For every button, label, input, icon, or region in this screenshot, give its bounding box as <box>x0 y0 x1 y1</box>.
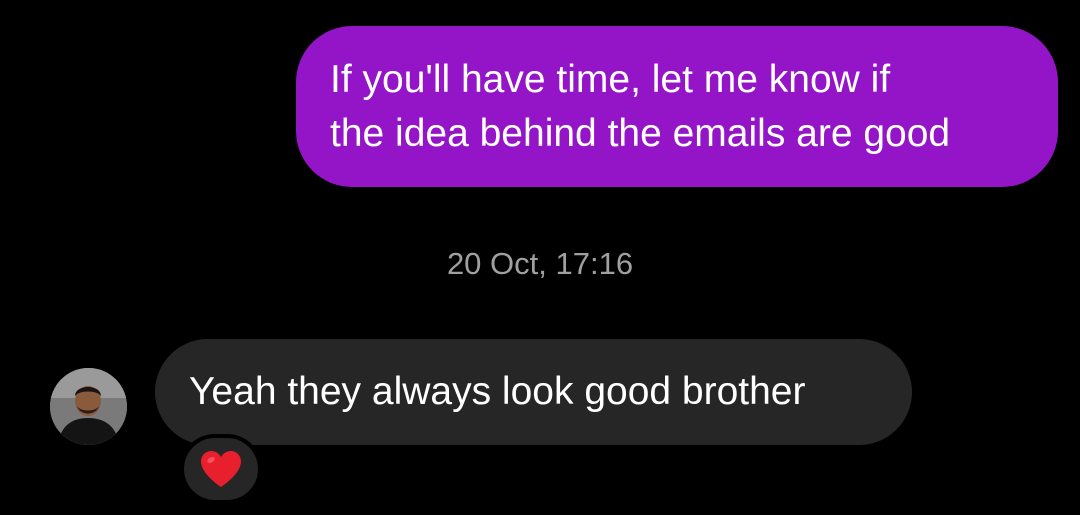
heart-icon <box>201 451 241 487</box>
profile-photo-icon <box>50 368 127 445</box>
outgoing-message-bubble[interactable]: If you'll have time, let me know if the … <box>296 26 1058 187</box>
message-timestamp: 20 Oct, 17:16 <box>446 246 634 281</box>
incoming-message-bubble[interactable]: Yeah they always look good brother <box>155 339 912 445</box>
message-reaction[interactable] <box>180 434 262 504</box>
chat-thread: If you'll have time, let me know if the … <box>0 0 1080 515</box>
avatar[interactable] <box>50 368 127 445</box>
